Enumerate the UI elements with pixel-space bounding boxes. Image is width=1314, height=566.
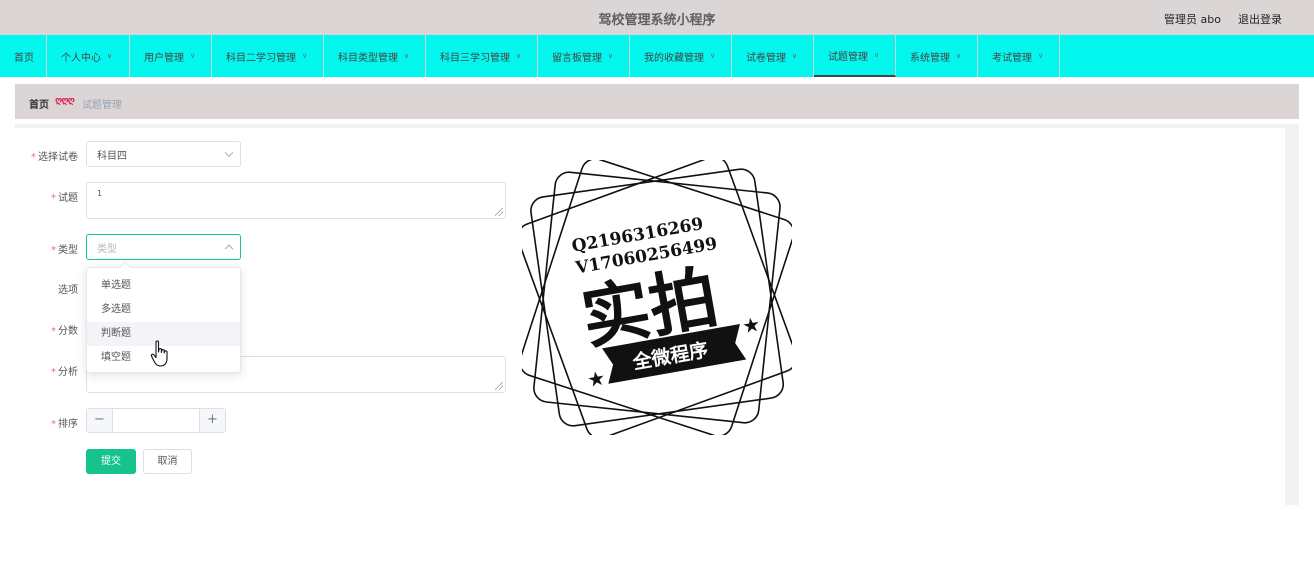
nav-item-label: 科目三学习管理 xyxy=(440,52,510,64)
chevron-down-icon: ∨ xyxy=(516,52,522,60)
required-mark: * xyxy=(51,326,56,337)
breadcrumb-separator: ღღღ xyxy=(55,96,75,106)
nav-item-system-management[interactable]: 系统管理 ∨ xyxy=(896,35,978,77)
logout-link[interactable]: 退出登录 xyxy=(1238,11,1282,27)
current-user: 管理员 abo xyxy=(1164,13,1221,26)
resize-handle-icon[interactable] xyxy=(495,208,503,216)
nav-item-label: 用户管理 xyxy=(144,52,184,64)
star-icon: ★ xyxy=(740,312,762,339)
required-mark: * xyxy=(31,152,36,163)
question-value: 1 xyxy=(97,189,103,198)
chevron-down-icon: ∨ xyxy=(107,52,113,60)
nav-item-home[interactable]: 首页 xyxy=(0,35,47,77)
nav-item-message-board[interactable]: 留言板管理 ∨ xyxy=(538,35,630,77)
breadcrumb-home[interactable]: 首页 xyxy=(29,96,49,111)
order-stepper[interactable]: − + xyxy=(86,408,226,433)
nav-item-label: 科目类型管理 xyxy=(338,52,398,64)
required-mark: * xyxy=(51,193,56,204)
order-label: * 排序 xyxy=(8,415,78,430)
star-icon: ★ xyxy=(585,365,607,392)
required-mark: * xyxy=(51,367,56,378)
chevron-down-icon: ∨ xyxy=(404,52,410,60)
question-textarea[interactable]: 1 xyxy=(86,182,506,219)
question-label: * 试题 xyxy=(8,189,78,204)
app-title: 驾校管理系统小程序 xyxy=(598,13,716,28)
chevron-up-icon xyxy=(224,244,234,254)
nav-item-paper-management[interactable]: 试卷管理 ∨ xyxy=(732,35,814,77)
nav-item-label: 试题管理 xyxy=(828,51,868,63)
analysis-label: * 分析 xyxy=(8,363,78,378)
chevron-down-icon: ∨ xyxy=(190,52,196,60)
breadcrumb-current: 试题管理 xyxy=(82,100,122,111)
nav-item-label: 留言板管理 xyxy=(552,52,602,64)
chevron-down-icon: ∨ xyxy=(608,52,614,60)
nav-item-subject-type[interactable]: 科目类型管理 ∨ xyxy=(324,35,426,77)
submit-button[interactable]: 提交 xyxy=(86,449,136,474)
chevron-down-icon: ∨ xyxy=(710,52,716,60)
increment-button[interactable]: + xyxy=(199,409,225,432)
top-header: 驾校管理系统小程序 管理员 abo 退出登录 xyxy=(0,0,1314,35)
nav-item-subject3-study[interactable]: 科目三学习管理 ∨ xyxy=(426,35,538,77)
score-label: * 分数 xyxy=(8,322,78,337)
label-text: 试题 xyxy=(58,193,78,204)
paper-select[interactable]: 科目四 xyxy=(86,141,241,167)
required-mark: * xyxy=(51,419,56,430)
nav-item-label: 个人中心 xyxy=(61,52,101,64)
nav-item-favorites[interactable]: 我的收藏管理 ∨ xyxy=(630,35,732,77)
nav-item-question-management[interactable]: 试题管理 ∨ xyxy=(814,35,896,77)
nav-item-label: 首页 xyxy=(14,52,34,64)
paper-label: * 选择试卷 xyxy=(8,148,78,163)
type-select-placeholder: 类型 xyxy=(97,243,117,255)
chevron-down-icon: ∨ xyxy=(302,52,308,60)
nav-item-label: 我的收藏管理 xyxy=(644,52,704,64)
resize-handle-icon[interactable] xyxy=(495,382,503,390)
chevron-down-icon: ∨ xyxy=(874,51,880,59)
main-nav: 首页 个人中心 ∨ 用户管理 ∨ 科目二学习管理 ∨ 科目类型管理 ∨ 科目三学习管理 ∨… xyxy=(0,35,1314,77)
nav-item-subject2-study[interactable]: 科目二学习管理 ∨ xyxy=(212,35,324,77)
chevron-down-icon: ∨ xyxy=(956,52,962,60)
label-text: 分数 xyxy=(58,326,78,337)
hand-pointer-icon xyxy=(150,340,168,367)
watermark-stamp: Q2196316269 V17060256499 实拍 全微程序 ★ ★ xyxy=(522,160,792,435)
type-select[interactable]: 类型 xyxy=(86,234,241,260)
paper-select-value: 科目四 xyxy=(97,150,127,162)
nav-item-user-management[interactable]: 用户管理 ∨ xyxy=(130,35,212,77)
label-text: 分析 xyxy=(58,367,78,378)
label-text: 类型 xyxy=(58,245,78,256)
type-label: * 类型 xyxy=(8,241,78,256)
label-text: 选项 xyxy=(58,285,78,296)
label-text: 选择试卷 xyxy=(38,152,78,163)
dropdown-option-multiple-choice[interactable]: 多选题 xyxy=(87,298,240,322)
cancel-button[interactable]: 取消 xyxy=(143,449,192,474)
nav-item-label: 考试管理 xyxy=(992,52,1032,64)
dropdown-option-single-choice[interactable]: 单选题 xyxy=(87,274,240,298)
chevron-down-icon: ∨ xyxy=(1038,52,1044,60)
chevron-down-icon xyxy=(224,148,234,158)
options-label: 选项 xyxy=(8,281,78,296)
breadcrumb: 首页 ღღღ 试题管理 xyxy=(15,84,1299,119)
chevron-down-icon: ∨ xyxy=(792,52,798,60)
decrement-button[interactable]: − xyxy=(87,409,113,432)
required-mark: * xyxy=(51,245,56,256)
nav-item-label: 试卷管理 xyxy=(746,52,786,64)
nav-item-label: 系统管理 xyxy=(910,52,950,64)
nav-item-exam-management[interactable]: 考试管理 ∨ xyxy=(978,35,1060,77)
nav-item-personal-center[interactable]: 个人中心 ∨ xyxy=(47,35,130,77)
nav-item-label: 科目二学习管理 xyxy=(226,52,296,64)
label-text: 排序 xyxy=(58,419,78,430)
